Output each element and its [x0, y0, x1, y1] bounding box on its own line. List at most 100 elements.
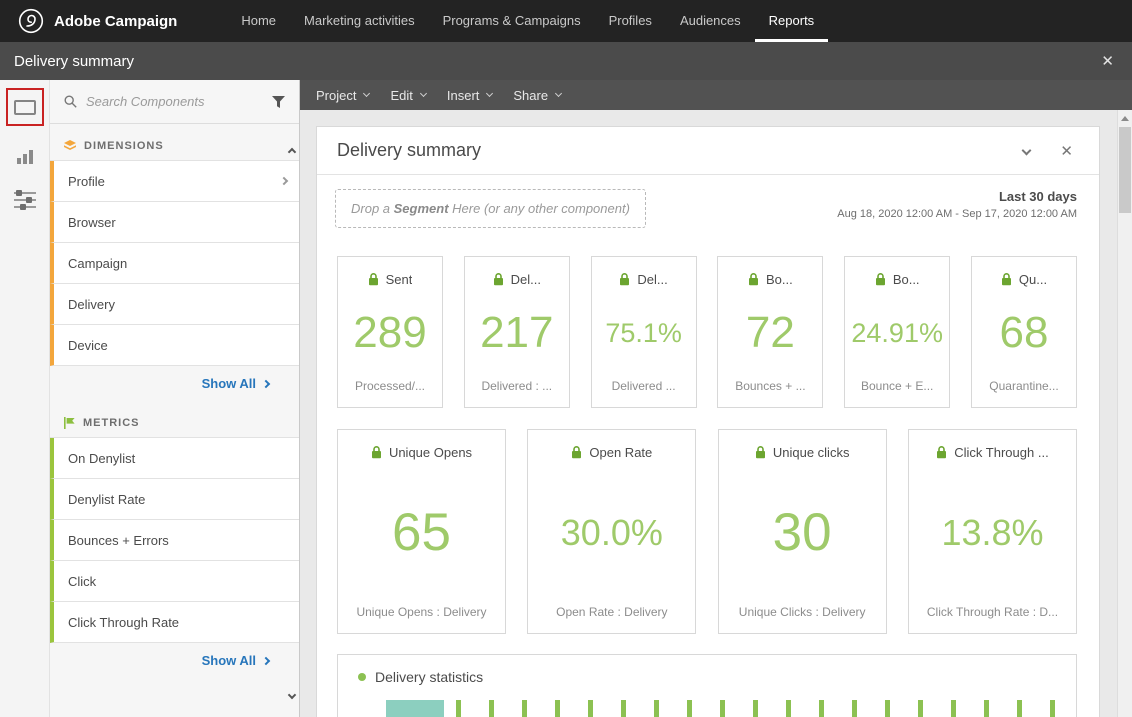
- components-sidebar: DIMENSIONS Profile Browser Campaign Deli…: [50, 80, 300, 717]
- kpi-card-title-row: Del...: [493, 272, 541, 287]
- chevron-down-icon: [363, 90, 370, 97]
- lock-icon: [371, 446, 382, 459]
- sidebar-item-campaign[interactable]: Campaign: [50, 243, 299, 284]
- kpi-card-quarantine[interactable]: Qu... 68 Quarantine...: [971, 256, 1077, 408]
- kpi-card-title: Qu...: [1019, 272, 1047, 287]
- scrollbar-up-arrow[interactable]: [1121, 116, 1129, 121]
- kpi-card-sent[interactable]: Sent 289 Processed/...: [337, 256, 443, 408]
- sidebar-item-on-denylist[interactable]: On Denylist: [50, 438, 299, 479]
- kpi-card-title: Open Rate: [589, 445, 652, 460]
- components-panel-button[interactable]: [6, 88, 44, 126]
- menu-project[interactable]: Project: [312, 88, 386, 103]
- sidebar-item-bounces-errors[interactable]: Bounces + Errors: [50, 520, 299, 561]
- menu-share[interactable]: Share: [509, 88, 578, 103]
- metrics-list: On Denylist Denylist Rate Bounces + Erro…: [50, 437, 299, 643]
- close-panel-icon[interactable]: ✕: [1056, 142, 1077, 160]
- nav-item-marketing-activities[interactable]: Marketing activities: [290, 0, 429, 42]
- kpi-card-unique-opens[interactable]: Unique Opens 65 Unique Opens : Delivery: [337, 429, 506, 634]
- kpi-card-subtitle: Open Rate : Delivery: [556, 605, 667, 619]
- period-range: Aug 18, 2020 12:00 AM - Sep 17, 2020 12:…: [837, 208, 1077, 220]
- metrics-show-all-link[interactable]: Show All: [50, 643, 299, 668]
- nav-item-profiles[interactable]: Profiles: [595, 0, 666, 42]
- sidebar-item-label: Device: [68, 338, 108, 353]
- kpi-card-click-through-rate[interactable]: Click Through ... 13.8% Click Through Ra…: [908, 429, 1077, 634]
- settings-sliders-button[interactable]: [14, 192, 36, 208]
- segment-dropzone[interactable]: Drop a Segment Here (or any other compon…: [335, 189, 646, 228]
- close-report-icon[interactable]: ✕: [1097, 52, 1118, 70]
- sidebar-item-delivery[interactable]: Delivery: [50, 284, 299, 325]
- kpi-card-subtitle: Quarantine...: [989, 379, 1058, 393]
- sidebar-item-label: Profile: [68, 174, 105, 189]
- sidebar-item-click[interactable]: Click: [50, 561, 299, 602]
- left-icon-rail: [0, 80, 50, 717]
- sidebar-scroll-up-arrow[interactable]: [289, 142, 295, 160]
- top-nav: Adobe Campaign Home Marketing activities…: [0, 0, 1132, 42]
- nav-item-reports[interactable]: Reports: [755, 0, 829, 42]
- sidebar-item-label: Delivery: [68, 297, 115, 312]
- kpi-card-unique-clicks[interactable]: Unique clicks 30 Unique Clicks : Deliver…: [718, 429, 887, 634]
- period-selector: Last 30 days Aug 18, 2020 12:00 AM - Sep…: [837, 189, 1077, 220]
- dimensions-show-all-link[interactable]: Show All: [50, 366, 299, 391]
- dropzone-text: Here (or any other component): [449, 201, 630, 216]
- search-row: [50, 80, 299, 124]
- period-label: Last 30 days: [837, 189, 1077, 204]
- nav-item-programs-campaigns[interactable]: Programs & Campaigns: [429, 0, 595, 42]
- chevron-right-icon: [280, 177, 288, 185]
- filter-funnel-icon[interactable]: [272, 96, 285, 108]
- lock-icon: [493, 273, 504, 286]
- panel-header: Delivery summary ✕: [317, 127, 1099, 175]
- sidebar-item-label: Bounces + Errors: [68, 533, 169, 548]
- sidebar-scroll-down-arrow[interactable]: [289, 685, 295, 703]
- kpi-card-delivered-rate[interactable]: Del... 75.1% Delivered ...: [591, 256, 697, 408]
- dropzone-text-bold: Segment: [394, 201, 449, 216]
- chevron-down-icon: [420, 90, 427, 97]
- kpi-card-title: Del...: [637, 272, 667, 287]
- dimensions-header: DIMENSIONS: [50, 140, 299, 152]
- menu-label: Edit: [390, 88, 412, 103]
- page-title: Delivery summary: [14, 53, 134, 70]
- nav-item-home[interactable]: Home: [227, 0, 290, 42]
- kpi-card-subtitle: Delivered : ...: [481, 379, 552, 393]
- sidebar-item-label: Click Through Rate: [68, 615, 179, 630]
- metrics-header: METRICS: [50, 417, 299, 429]
- scrollbar-thumb[interactable]: [1119, 127, 1131, 213]
- brand-name: Adobe Campaign: [54, 13, 177, 30]
- menu-label: Insert: [447, 88, 480, 103]
- adobe-campaign-logo-icon: [18, 8, 44, 34]
- nav-item-audiences[interactable]: Audiences: [666, 0, 755, 42]
- sidebar-item-label: On Denylist: [68, 451, 135, 466]
- chart-types-button[interactable]: [17, 150, 33, 164]
- menu-insert[interactable]: Insert: [443, 88, 510, 103]
- sidebar-item-browser[interactable]: Browser: [50, 202, 299, 243]
- kpi-card-title: Unique Opens: [389, 445, 472, 460]
- kpi-card-bounces[interactable]: Bo... 72 Bounces + ...: [717, 256, 823, 408]
- vertical-scrollbar[interactable]: [1117, 110, 1132, 717]
- collapse-panel-icon[interactable]: [1022, 146, 1032, 156]
- metrics-icon: [64, 417, 75, 429]
- sidebar-item-profile[interactable]: Profile: [50, 161, 299, 202]
- primary-nav: Home Marketing activities Programs & Cam…: [227, 0, 828, 42]
- search-input[interactable]: [86, 94, 263, 109]
- sidebar-item-denylist-rate[interactable]: Denylist Rate: [50, 479, 299, 520]
- show-all-label: Show All: [202, 653, 256, 668]
- lock-icon: [936, 446, 947, 459]
- lock-icon: [755, 446, 766, 459]
- delivery-statistics-panel[interactable]: Delivery statistics: [337, 654, 1077, 717]
- kpi-card-title-row: Unique clicks: [755, 445, 850, 460]
- kpi-card-value: 30.0%: [561, 515, 663, 551]
- menu-edit[interactable]: Edit: [386, 88, 442, 103]
- kpi-card-title-row: Click Through ...: [936, 445, 1048, 460]
- sidebar-item-label: Campaign: [68, 256, 127, 271]
- kpi-card-delivered[interactable]: Del... 217 Delivered : ...: [464, 256, 570, 408]
- kpi-card-bounce-rate[interactable]: Bo... 24.91% Bounce + E...: [844, 256, 950, 408]
- delivery-statistics-chart: [386, 700, 1076, 717]
- sidebar-item-click-through-rate[interactable]: Click Through Rate: [50, 602, 299, 643]
- kpi-card-subtitle: Bounces + ...: [735, 379, 805, 393]
- kpi-card-open-rate[interactable]: Open Rate 30.0% Open Rate : Delivery: [527, 429, 696, 634]
- show-all-label: Show All: [202, 376, 256, 391]
- chevron-down-icon: [486, 90, 493, 97]
- dropzone-text: Drop a: [351, 201, 394, 216]
- kpi-card-title: Unique clicks: [773, 445, 850, 460]
- sidebar-item-device[interactable]: Device: [50, 325, 299, 366]
- lock-icon: [1001, 273, 1012, 286]
